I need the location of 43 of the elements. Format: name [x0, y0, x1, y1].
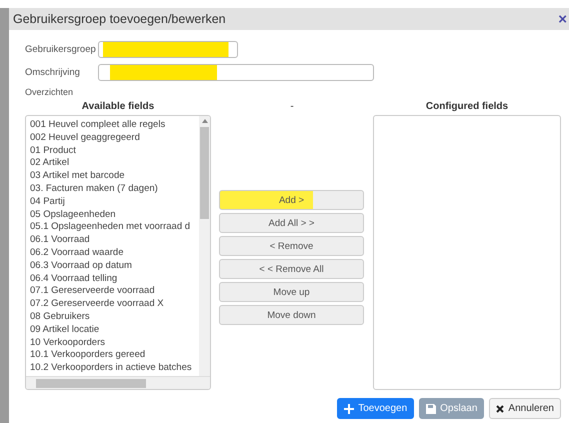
list-item[interactable]: 07.1 Gereserveerde voorraad [30, 285, 199, 298]
list-item[interactable]: 07.2 Gereserveerde voorraad X [30, 298, 199, 311]
transfer-button[interactable]: < Remove [219, 236, 364, 256]
list-item[interactable]: 10.1 Verkooporders gereed [30, 349, 199, 362]
scroll-up-arrow-icon[interactable] [202, 119, 208, 123]
list-item[interactable]: 04 Partij [30, 196, 199, 209]
list-item[interactable]: 02 Artikel [30, 157, 199, 170]
field-label: Omschrijving [25, 67, 81, 78]
list-item[interactable]: 03 Artikel met barcode [30, 170, 199, 183]
list-item[interactable]: 002 Heuvel geaggregeerd [30, 132, 199, 145]
close-button[interactable]: × [558, 12, 567, 26]
list-item[interactable]: 10 Verkooporders [30, 336, 199, 350]
field-label: Gebruikersgroep [25, 44, 97, 55]
dialog-title: Gebruikersgroep toevoegen/bewerken [13, 12, 226, 26]
list-item[interactable]: 08 Gebruikers [30, 310, 199, 324]
action-button[interactable]: Annuleren [489, 398, 561, 419]
action-button[interactable]: Toevoegen [337, 398, 414, 419]
column-heading: - [289, 101, 295, 112]
transfer-button[interactable]: < < Remove All [219, 259, 364, 279]
list-item[interactable]: 001 Heuvel compleet alle regels [30, 119, 199, 132]
list-item[interactable]: 05 Opslageenheden [30, 208, 199, 222]
list-item[interactable]: 06.3 Voorraad op datum [30, 260, 199, 273]
transfer-button[interactable]: Move down [219, 305, 364, 325]
vertical-scrollbar[interactable] [199, 116, 210, 376]
list-item[interactable]: 10.2 Verkooporders in actieve batches [30, 362, 199, 375]
list-item[interactable]: 09 Artikel locatie [30, 324, 199, 337]
list-item[interactable]: 06.1 Voorraad [30, 234, 199, 247]
column-heading: Available fields [80, 101, 156, 112]
column-heading: Configured fields [424, 101, 510, 112]
transfer-button[interactable]: Add > [219, 190, 364, 210]
list-item[interactable]: 06.4 Voorraad telling [30, 272, 199, 286]
plus-icon [344, 404, 354, 414]
text-field[interactable] [98, 41, 238, 58]
text-field[interactable] [98, 64, 374, 81]
transfer-button[interactable]: Move up [219, 282, 364, 302]
close-icon [496, 404, 504, 412]
list-item[interactable]: 01 Product [30, 144, 199, 158]
transfer-button[interactable]: Add All > > [219, 213, 364, 233]
section-label: Overzichten [25, 87, 74, 97]
list-item[interactable]: 06.2 Voorraad waarde [30, 246, 199, 260]
horizontal-scrollbar[interactable] [26, 376, 210, 389]
list-item[interactable]: 03. Facturen maken (7 dagen) [30, 182, 199, 196]
list-item[interactable]: 05.1 Opslageenheden met voorraad d [30, 221, 199, 234]
